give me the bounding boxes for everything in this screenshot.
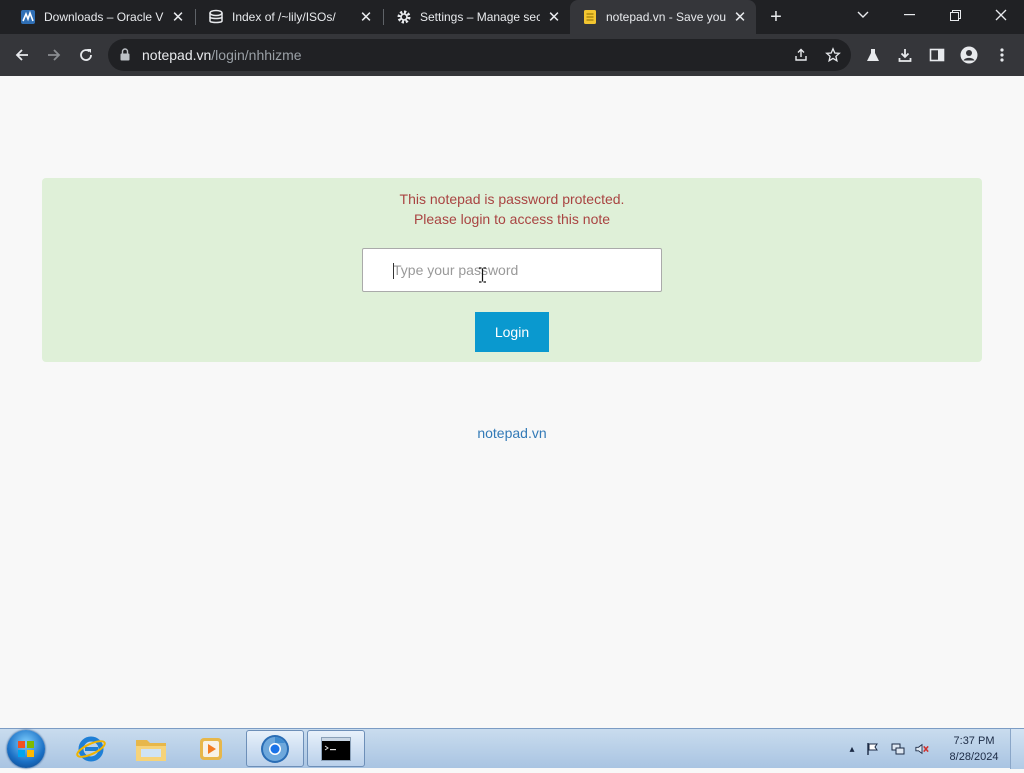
network-icon[interactable] — [891, 742, 905, 756]
download-icon[interactable] — [896, 46, 914, 64]
close-window-button[interactable] — [978, 0, 1024, 30]
share-icon[interactable] — [792, 46, 810, 64]
windows-logo-icon — [18, 741, 34, 757]
new-tab-button[interactable]: + — [765, 6, 787, 28]
notepad-icon — [582, 9, 598, 25]
minimize-button[interactable] — [886, 0, 932, 30]
bookmark-star-icon[interactable] — [824, 46, 842, 64]
close-tab-icon[interactable]: ✕ — [732, 9, 748, 26]
tab-title: notepad.vn - Save you — [606, 10, 726, 24]
page-content: This notepad is password protected. Plea… — [0, 76, 1024, 728]
close-tab-icon[interactable]: ✕ — [546, 9, 562, 26]
virtualbox-icon — [20, 9, 36, 25]
show-desktop-button[interactable] — [1010, 729, 1024, 769]
side-panel-icon[interactable] — [928, 46, 946, 64]
internet-explorer-icon — [76, 736, 106, 761]
text-cursor-icon — [479, 267, 486, 283]
tab-settings[interactable]: Settings – Manage sec ✕ — [384, 0, 570, 34]
action-center-flag-icon[interactable] — [866, 742, 880, 756]
close-tab-icon[interactable]: ✕ — [358, 9, 374, 26]
chrome-icon — [261, 734, 289, 763]
tab-notepad[interactable]: notepad.vn - Save you ✕ — [570, 0, 756, 34]
taskbar-command-prompt[interactable] — [307, 730, 365, 767]
command-prompt-icon — [321, 736, 351, 761]
login-panel: This notepad is password protected. Plea… — [42, 178, 982, 362]
tab-strip: Downloads – Oracle V ✕ Index of /~lily/I… — [0, 0, 1024, 34]
footer-home-link[interactable]: notepad.vn — [0, 425, 1024, 441]
server-icon — [208, 9, 224, 25]
tab-index-isos[interactable]: Index of /~lily/ISOs/ ✕ — [196, 0, 382, 34]
volume-muted-icon[interactable] — [915, 742, 929, 756]
tab-title: Index of /~lily/ISOs/ — [232, 10, 336, 24]
taskbar-file-explorer[interactable] — [122, 730, 180, 767]
windows-taskbar: ▴ 7:37 PM 8/28/2024 — [0, 728, 1024, 769]
login-button[interactable]: Login — [475, 312, 549, 352]
gear-icon — [396, 9, 412, 25]
taskbar-media-player[interactable] — [182, 730, 240, 767]
close-tab-icon[interactable]: ✕ — [170, 9, 186, 26]
clock-date: 8/28/2024 — [949, 751, 999, 763]
taskbar-chrome[interactable] — [246, 730, 304, 767]
tab-title: Settings – Manage sec — [420, 10, 540, 24]
clock-time: 7:37 PM — [953, 735, 995, 747]
lock-icon[interactable] — [120, 48, 130, 66]
media-player-icon — [200, 737, 222, 760]
tab-search-chevron-down-icon[interactable] — [840, 0, 886, 30]
reload-button[interactable] — [72, 41, 100, 69]
browser-toolbar: notepad.vn/login/nhhizme — [0, 34, 1024, 76]
tab-title: Downloads – Oracle V — [44, 10, 164, 24]
protected-message: This notepad is password protected. — [399, 191, 625, 207]
text-caret — [393, 263, 394, 279]
url-path: /login/nhhizme — [211, 47, 302, 63]
show-hidden-icons-icon[interactable]: ▴ — [845, 742, 859, 756]
forward-button[interactable] — [40, 41, 68, 69]
password-input[interactable] — [362, 248, 662, 292]
taskbar-internet-explorer[interactable] — [62, 730, 120, 767]
labs-flask-icon[interactable] — [864, 46, 882, 64]
restore-button[interactable] — [932, 0, 978, 30]
system-clock[interactable]: 7:37 PM 8/28/2024 — [944, 733, 1004, 765]
url-text: notepad.vn/login/nhhizme — [142, 47, 302, 63]
more-menu-icon[interactable] — [993, 46, 1011, 64]
tab-downloads-oracle[interactable]: Downloads – Oracle V ✕ — [8, 0, 194, 34]
address-bar[interactable]: notepad.vn/login/nhhizme — [108, 39, 851, 71]
login-instruction: Please login to access this note — [413, 211, 611, 227]
back-button[interactable] — [8, 41, 36, 69]
folder-icon — [136, 739, 166, 761]
start-button[interactable] — [7, 730, 45, 768]
profile-avatar-icon[interactable] — [960, 46, 978, 64]
url-domain: notepad.vn — [142, 47, 212, 63]
